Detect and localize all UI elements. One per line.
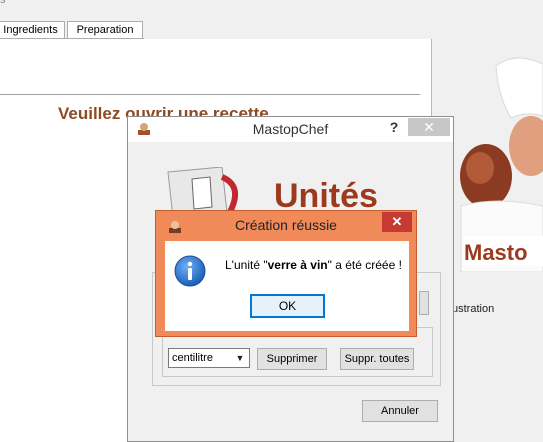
background-window-title: s <box>0 0 6 6</box>
mastopchef-title: MastopChef <box>252 121 329 137</box>
dialog-close-button[interactable]: ✕ <box>382 212 412 232</box>
panel-divider <box>0 94 420 95</box>
unit-select-value: centilitre <box>172 352 213 364</box>
delete-button[interactable]: Supprimer <box>257 348 327 370</box>
mastopchef-titlebar[interactable]: MastopChef ? ✕ <box>128 117 453 142</box>
chevron-down-icon[interactable]: ▼ <box>232 350 248 366</box>
background-window-titlebar <box>0 0 543 8</box>
tab-preparation[interactable]: Preparation <box>67 21 143 39</box>
add-unit-button[interactable] <box>419 291 429 315</box>
chef-mascot-image: Masto <box>456 56 543 272</box>
success-dialog: Création réussie ✕ L'unité "verre à vin"… <box>155 210 417 337</box>
message-prefix: L'unité " <box>225 258 268 272</box>
window-close-button[interactable]: ✕ <box>408 118 450 136</box>
ok-button[interactable]: OK <box>250 294 325 318</box>
info-icon <box>174 255 206 287</box>
delete-all-button[interactable]: Suppr. toutes <box>340 348 414 370</box>
help-button[interactable]: ? <box>387 118 401 136</box>
dialog-message: L'unité "verre à vin" a été créée ! <box>225 258 410 272</box>
cancel-button[interactable]: Annuler <box>362 400 438 422</box>
illustration-label: ustration <box>452 303 495 315</box>
chef-logo-text: Masto <box>464 240 528 265</box>
tab-ingredients[interactable]: Ingredients <box>0 21 65 39</box>
unit-select[interactable]: centilitre ▼ <box>168 348 250 368</box>
dialog-title: Création réussie <box>235 217 337 233</box>
unit-name: verre à vin <box>267 258 328 272</box>
message-suffix: " a été créée ! <box>327 258 402 272</box>
dialog-body: L'unité "verre à vin" a été créée ! OK <box>165 241 409 331</box>
